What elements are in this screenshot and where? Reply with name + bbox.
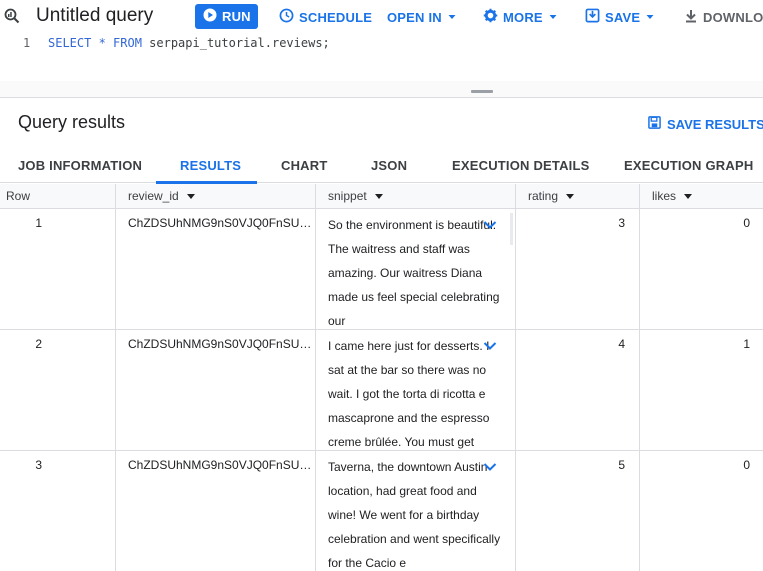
query-title[interactable]: Untitled query bbox=[36, 5, 153, 27]
column-header-label: likes bbox=[652, 189, 677, 203]
column-header-label: snippet bbox=[328, 189, 367, 203]
column-header-likes[interactable]: likes bbox=[640, 184, 763, 209]
open-in-label: OPEN IN bbox=[387, 9, 442, 25]
save-label: SAVE bbox=[605, 9, 641, 25]
likes-cell[interactable]: 0 bbox=[640, 451, 763, 571]
column-header-row[interactable]: Row bbox=[0, 184, 116, 209]
sort-caret-icon[interactable] bbox=[186, 193, 195, 199]
column-header-review-id[interactable]: review_id bbox=[116, 184, 316, 209]
column-header-rating[interactable]: rating bbox=[516, 184, 640, 209]
editor-bottom-bar bbox=[0, 81, 763, 98]
snippet-cell[interactable]: I came here just for desserts. I sat at … bbox=[316, 330, 516, 451]
review-id-cell[interactable]: ChZDSUhNMG9nS0VJQ0FnSU… bbox=[116, 209, 316, 330]
save-results-label: SAVE RESULTS bbox=[667, 116, 763, 132]
rating-cell[interactable]: 4 bbox=[516, 330, 640, 451]
row-spacer-cell bbox=[52, 330, 116, 451]
open-in-button[interactable]: OPEN IN bbox=[387, 5, 457, 29]
tab-results[interactable]: RESULTS bbox=[180, 158, 241, 173]
run-label: RUN bbox=[222, 9, 251, 24]
code-line[interactable]: SELECT * FROM serpapi_tutorial.reviews; bbox=[48, 36, 330, 50]
sort-caret-icon[interactable] bbox=[684, 193, 693, 199]
run-button[interactable]: RUN bbox=[195, 4, 258, 29]
code-table-ref: serpapi_tutorial.reviews; bbox=[141, 36, 330, 50]
line-number: 1 bbox=[23, 36, 31, 50]
column-header-snippet[interactable]: snippet bbox=[316, 184, 516, 209]
save-icon bbox=[585, 8, 600, 26]
snippet-cell[interactable]: So the environment is beautiful. The wai… bbox=[316, 209, 516, 330]
results-table: Row review_id snippet rating likes 1 ChZ… bbox=[0, 184, 763, 571]
play-icon bbox=[203, 8, 217, 25]
row-spacer-cell bbox=[52, 451, 116, 571]
schedule-label: SCHEDULE bbox=[299, 9, 373, 25]
save-icon bbox=[648, 116, 661, 132]
download-icon bbox=[684, 9, 698, 26]
gear-icon bbox=[483, 8, 498, 26]
tab-json[interactable]: JSON bbox=[371, 158, 407, 173]
more-label: MORE bbox=[503, 9, 543, 25]
resize-handle[interactable] bbox=[471, 90, 493, 93]
tab-execution-details[interactable]: EXECUTION DETAILS bbox=[452, 158, 590, 173]
rating-cell[interactable]: 5 bbox=[516, 451, 640, 571]
row-number-cell: 3 bbox=[0, 451, 52, 571]
row-spacer-cell bbox=[52, 209, 116, 330]
snippet-text: Taverna, the downtown Austin location, h… bbox=[328, 460, 501, 570]
cell-scrollbar[interactable] bbox=[510, 213, 513, 245]
tab-chart[interactable]: CHART bbox=[281, 158, 328, 173]
save-button[interactable]: SAVE bbox=[585, 5, 655, 29]
results-tabs: JOB INFORMATION RESULTS CHART JSON EXECU… bbox=[0, 150, 763, 183]
expand-chevron-icon[interactable] bbox=[483, 456, 497, 480]
row-number-cell: 1 bbox=[0, 209, 52, 330]
rating-cell[interactable]: 3 bbox=[516, 209, 640, 330]
clock-icon bbox=[279, 8, 294, 26]
sort-caret-icon[interactable] bbox=[374, 193, 383, 199]
snippet-cell[interactable]: Taverna, the downtown Austin location, h… bbox=[316, 451, 516, 571]
query-toolbar: Untitled query RUN SCHEDULE OPEN IN MORE… bbox=[0, 0, 763, 34]
row-number-cell: 2 bbox=[0, 330, 52, 451]
review-id-cell[interactable]: ChZDSUhNMG9nS0VJQ0FnSU… bbox=[116, 451, 316, 571]
column-header-label: rating bbox=[528, 189, 559, 203]
likes-cell[interactable]: 0 bbox=[640, 209, 763, 330]
more-button[interactable]: MORE bbox=[483, 5, 558, 29]
expand-chevron-icon[interactable] bbox=[483, 335, 497, 359]
snippet-text: I came here just for desserts. I sat at … bbox=[328, 339, 490, 449]
code-keywords: SELECT * FROM bbox=[48, 36, 142, 50]
chevron-down-icon bbox=[645, 10, 655, 25]
results-title: Query results bbox=[18, 112, 126, 132]
column-header-label: review_id bbox=[128, 189, 179, 203]
schedule-button[interactable]: SCHEDULE bbox=[279, 5, 372, 29]
expand-chevron-icon[interactable] bbox=[483, 214, 497, 238]
download-button[interactable]: DOWNLOA bbox=[684, 5, 763, 29]
tab-job-information[interactable]: JOB INFORMATION bbox=[18, 158, 142, 173]
sort-caret-icon[interactable] bbox=[566, 193, 575, 199]
sql-editor[interactable]: 1 SELECT * FROM serpapi_tutorial.reviews… bbox=[0, 34, 763, 81]
tab-execution-graph[interactable]: EXECUTION GRAPH bbox=[624, 158, 753, 173]
chevron-down-icon bbox=[548, 10, 558, 25]
snippet-text: So the environment is beautiful. The wai… bbox=[328, 218, 500, 328]
download-label: DOWNLOA bbox=[703, 9, 763, 25]
query-icon bbox=[4, 8, 20, 24]
column-header-label: Row bbox=[6, 189, 31, 203]
chevron-down-icon bbox=[447, 10, 457, 25]
review-id-cell[interactable]: ChZDSUhNMG9nS0VJQ0FnSU… bbox=[116, 330, 316, 451]
likes-cell[interactable]: 1 bbox=[640, 330, 763, 451]
save-results-button[interactable]: SAVE RESULTS bbox=[648, 116, 763, 132]
editor-gutter bbox=[0, 34, 40, 81]
